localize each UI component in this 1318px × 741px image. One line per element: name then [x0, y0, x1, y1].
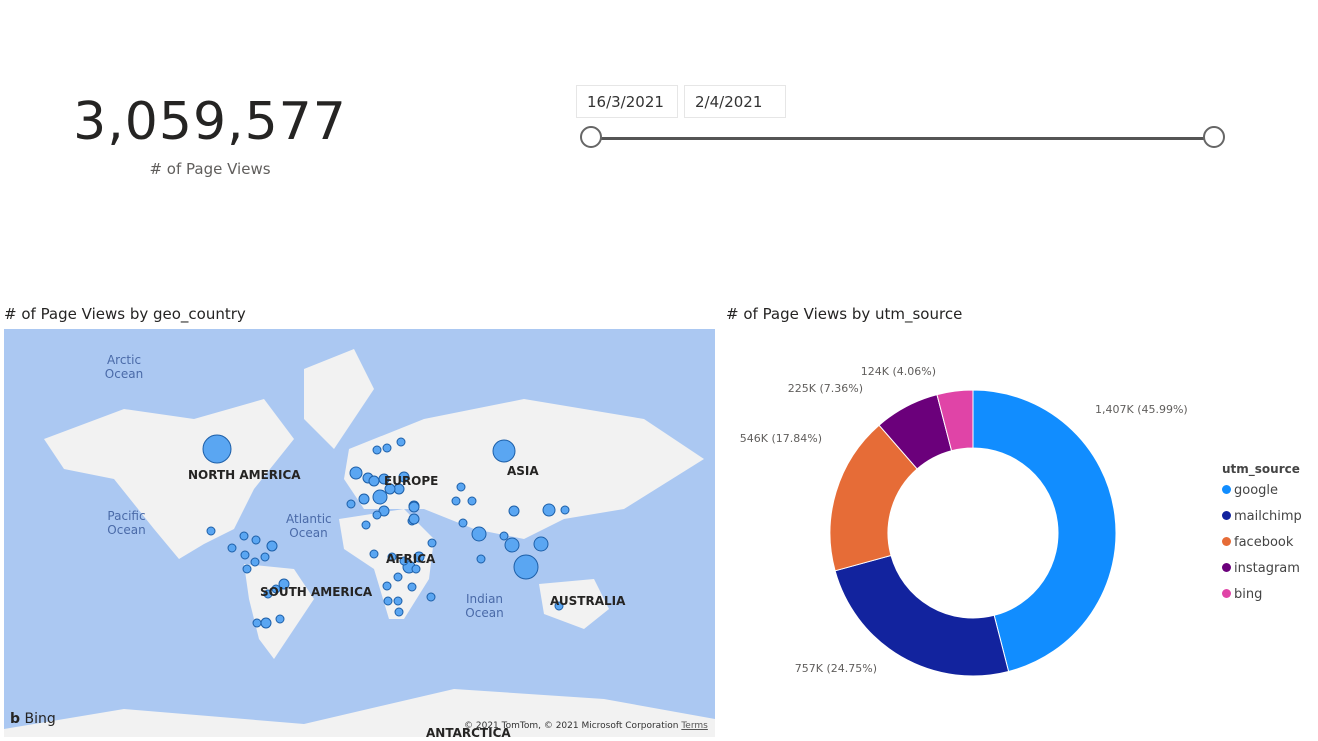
- country-bubble[interactable]: [513, 554, 539, 580]
- label-asia: ASIA: [507, 464, 539, 478]
- country-bubble[interactable]: [451, 496, 461, 506]
- country-bubble[interactable]: [227, 543, 237, 553]
- country-bubble[interactable]: [242, 564, 252, 574]
- legend-dot-icon: [1222, 537, 1231, 546]
- country-bubble[interactable]: [499, 531, 509, 541]
- country-bubble[interactable]: [492, 439, 516, 463]
- country-bubble[interactable]: [476, 554, 486, 564]
- label-africa: AFRICA: [386, 552, 436, 566]
- country-bubble[interactable]: [396, 437, 406, 447]
- legend-label: instagram: [1234, 561, 1300, 576]
- country-bubble[interactable]: [471, 526, 487, 542]
- country-bubble[interactable]: [372, 445, 382, 455]
- country-bubble[interactable]: [260, 552, 270, 562]
- date-slider-track[interactable]: [592, 137, 1214, 140]
- kpi-value: 3,059,577: [73, 92, 347, 152]
- label-europe: EUROPE: [384, 474, 439, 488]
- country-bubble[interactable]: [411, 564, 421, 574]
- map-copyright: © 2021 TomTom, © 2021 Microsoft Corporat…: [464, 721, 708, 731]
- country-bubble[interactable]: [240, 550, 250, 560]
- data-label-bing: 124K (4.06%): [861, 365, 936, 378]
- legend-label: bing: [1234, 587, 1263, 602]
- data-label-instagram: 225K (7.36%): [788, 382, 863, 395]
- country-bubble[interactable]: [560, 505, 570, 515]
- legend-item-facebook[interactable]: facebook: [1222, 535, 1293, 550]
- country-bubble[interactable]: [382, 443, 392, 453]
- country-bubble[interactable]: [426, 592, 436, 602]
- country-bubble[interactable]: [202, 434, 232, 464]
- country-bubble[interactable]: [456, 482, 466, 492]
- kpi-label: # of Page Views: [149, 160, 271, 178]
- country-bubble[interactable]: [393, 596, 403, 606]
- country-bubble[interactable]: [368, 475, 380, 487]
- label-atlantic: Atlantic Ocean: [286, 512, 332, 540]
- country-bubble[interactable]: [467, 496, 477, 506]
- country-bubble[interactable]: [369, 549, 379, 559]
- country-bubble[interactable]: [508, 505, 520, 517]
- country-bubble[interactable]: [383, 596, 393, 606]
- legend-item-google[interactable]: google: [1222, 483, 1278, 498]
- legend-dot-icon: [1222, 589, 1231, 598]
- legend-title: utm_source: [1222, 462, 1300, 476]
- country-bubble[interactable]: [372, 489, 388, 505]
- country-bubble[interactable]: [252, 618, 262, 628]
- country-bubble[interactable]: [427, 538, 437, 548]
- legend-label: mailchimp: [1234, 509, 1302, 524]
- country-bubble[interactable]: [239, 531, 249, 541]
- country-bubble[interactable]: [408, 501, 420, 513]
- map-title: # of Page Views by geo_country: [4, 305, 246, 323]
- terms-link[interactable]: Terms: [681, 721, 708, 731]
- donut-chart[interactable]: 1,407K (45.99%) 757K (24.75%) 546K (17.84%…: [720, 330, 1200, 730]
- country-bubble[interactable]: [361, 520, 371, 530]
- country-bubble[interactable]: [358, 493, 370, 505]
- country-bubble[interactable]: [393, 572, 403, 582]
- end-date-input[interactable]: 2/4/2021: [684, 85, 786, 118]
- legend-label: google: [1234, 483, 1279, 498]
- country-bubble[interactable]: [407, 582, 417, 592]
- country-bubble[interactable]: [349, 466, 363, 480]
- label-indian: Indian Ocean: [465, 592, 504, 620]
- country-bubble[interactable]: [408, 513, 420, 525]
- country-bubble[interactable]: [542, 503, 556, 517]
- country-bubble[interactable]: [250, 557, 260, 567]
- legend-dot-icon: [1222, 563, 1231, 572]
- country-bubble[interactable]: [206, 526, 216, 536]
- country-bubble[interactable]: [372, 510, 382, 520]
- slider-start-handle[interactable]: [580, 126, 602, 148]
- country-bubble[interactable]: [458, 518, 468, 528]
- donut-title: # of Page Views by utm_source: [726, 305, 963, 323]
- legend-label: facebook: [1234, 535, 1294, 550]
- country-bubble[interactable]: [504, 537, 520, 553]
- label-south-america: SOUTH AMERICA: [260, 585, 373, 599]
- country-bubble[interactable]: [533, 536, 549, 552]
- bing-logo: b Bing: [10, 711, 56, 727]
- data-label-mailchimp: 757K (24.75%): [795, 662, 877, 675]
- data-label-google: 1,407K (45.99%): [1095, 403, 1188, 416]
- legend-item-mailchimp[interactable]: mailchimp: [1222, 509, 1302, 524]
- country-bubble[interactable]: [251, 535, 261, 545]
- legend-dot-icon: [1222, 485, 1231, 494]
- legend-dot-icon: [1222, 511, 1231, 520]
- label-pacific: Pacific Ocean: [107, 509, 146, 537]
- country-bubble[interactable]: [260, 617, 272, 629]
- bing-label: Bing: [24, 711, 56, 727]
- slider-end-handle[interactable]: [1203, 126, 1225, 148]
- map-visual[interactable]: Arctic Ocean Pacific Ocean Atlantic Ocea…: [4, 329, 715, 737]
- label-australia: AUSTRALIA: [550, 594, 626, 608]
- bing-icon: b: [10, 711, 21, 727]
- donut-slice-mailchimp[interactable]: [834, 554, 1010, 677]
- country-bubble[interactable]: [382, 581, 392, 591]
- label-arctic: Arctic Ocean: [104, 353, 144, 381]
- label-north-america: NORTH AMERICA: [188, 468, 301, 482]
- data-label-facebook: 546K (17.84%): [740, 432, 822, 445]
- legend-item-instagram[interactable]: instagram: [1222, 561, 1300, 576]
- country-bubble[interactable]: [394, 607, 404, 617]
- start-date-input[interactable]: 16/3/2021: [576, 85, 678, 118]
- country-bubble[interactable]: [266, 540, 278, 552]
- legend-item-bing[interactable]: bing: [1222, 587, 1262, 602]
- copyright-text: © 2021 TomTom, © 2021 Microsoft Corporat…: [464, 721, 679, 731]
- country-bubble[interactable]: [346, 499, 356, 509]
- country-bubble[interactable]: [275, 614, 285, 624]
